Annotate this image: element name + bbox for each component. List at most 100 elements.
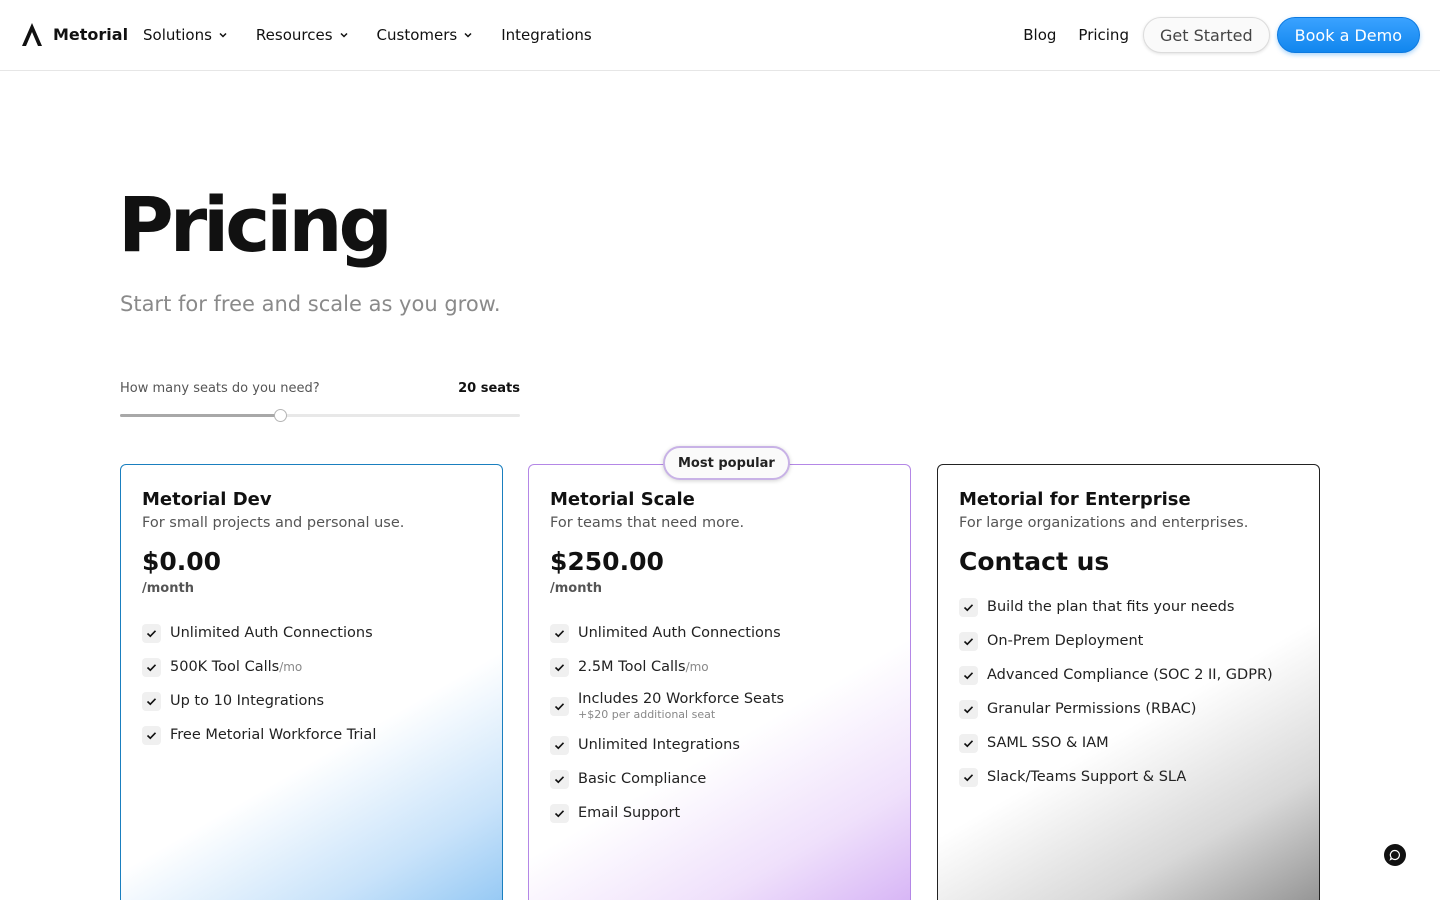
check-icon	[142, 657, 161, 677]
feature-item: Unlimited Integrations	[550, 728, 890, 762]
feature-item: Slack/Teams Support & SLA	[959, 760, 1299, 794]
plan-description: For small projects and personal use.	[142, 515, 405, 531]
get-started-button[interactable]: Get Started	[1142, 17, 1270, 53]
chevron-down-icon	[340, 32, 348, 38]
book-demo-button[interactable]: Book a Demo	[1276, 17, 1420, 53]
most-popular-badge: Most popular	[663, 446, 790, 480]
feature-text: Basic Compliance	[578, 771, 707, 787]
feature-item: Includes 20 Workforce Seats +$20 per addi…	[550, 684, 890, 728]
plan-card-scale[interactable]: Metorial Scale For teams that need more.…	[528, 464, 911, 900]
feature-list: Unlimited Auth Connections 500K Tool Cal…	[142, 616, 482, 752]
seats-value: 20 seats	[458, 381, 520, 396]
site-header: Metorial Solutions Resources Customers I…	[0, 0, 1440, 71]
header-actions: Blog Pricing Get Started Book a Demo	[1023, 17, 1420, 53]
slider-fill	[120, 414, 280, 417]
plan-description: For teams that need more.	[550, 515, 745, 531]
check-icon	[550, 696, 569, 716]
feature-main: Includes 20 Workforce Seats	[578, 691, 785, 707]
page-subtitle: Start for free and scale as you grow.	[120, 292, 501, 316]
plan-price: $0.00	[142, 547, 222, 576]
feature-text: 2.5M Tool Calls/mo	[578, 659, 709, 675]
feature-text: Build the plan that fits your needs	[987, 599, 1235, 615]
feature-item: 2.5M Tool Calls/mo	[550, 650, 890, 684]
check-icon	[550, 623, 569, 643]
check-icon	[142, 691, 161, 711]
nav-pricing-link[interactable]: Pricing	[1078, 26, 1129, 44]
feature-item: Build the plan that fits your needs	[959, 590, 1299, 624]
nav-solutions[interactable]: Solutions	[143, 24, 228, 46]
feature-item: Basic Compliance	[550, 762, 890, 796]
feature-text: Unlimited Auth Connections	[578, 625, 781, 641]
check-icon	[959, 733, 978, 753]
brand-name: Metorial	[53, 25, 129, 44]
plan-name: Metorial for Enterprise	[959, 489, 1191, 510]
feature-item: SAML SSO & IAM	[959, 726, 1299, 760]
chevron-down-icon	[219, 32, 227, 38]
feature-text: Advanced Compliance (SOC 2 II, GDPR)	[987, 667, 1273, 683]
nav-resources[interactable]: Resources	[256, 24, 349, 46]
check-icon	[142, 725, 161, 745]
nav-integrations[interactable]: Integrations	[501, 24, 591, 46]
plan-price: $250.00	[550, 547, 664, 576]
plan-name: Metorial Scale	[550, 489, 695, 510]
feature-text: Unlimited Integrations	[578, 737, 740, 753]
feature-item: Up to 10 Integrations	[142, 684, 482, 718]
feature-suffix: /mo	[279, 660, 303, 674]
seats-slider[interactable]	[120, 409, 520, 422]
feature-item: Advanced Compliance (SOC 2 II, GDPR)	[959, 658, 1299, 692]
plan-period: /month	[550, 581, 602, 596]
check-icon	[550, 735, 569, 755]
main-nav: Solutions Resources Customers Integratio…	[143, 24, 620, 46]
slider-thumb[interactable]	[274, 409, 287, 422]
contact-us-link[interactable]: Contact us	[959, 546, 1299, 578]
check-icon	[959, 699, 978, 719]
feature-text: Unlimited Auth Connections	[170, 625, 373, 641]
chat-bubble-icon	[1389, 849, 1400, 861]
feature-text: Slack/Teams Support & SLA	[987, 769, 1187, 785]
feature-text: 500K Tool Calls/mo	[170, 659, 302, 675]
nav-customers-label: Customers	[376, 26, 458, 44]
seats-row: How many seats do you need? 20 seats	[120, 381, 520, 396]
nav-integrations-label: Integrations	[501, 26, 592, 44]
check-icon	[959, 767, 978, 787]
feature-text: SAML SSO & IAM	[987, 735, 1109, 751]
nav-customers[interactable]: Customers	[377, 24, 474, 46]
nav-solutions-label: Solutions	[143, 26, 212, 44]
check-icon	[550, 657, 569, 677]
chat-widget-button[interactable]	[1384, 844, 1406, 866]
feature-list: Build the plan that fits your needs On-P…	[959, 590, 1299, 794]
feature-main: 2.5M Tool Calls	[578, 659, 686, 675]
plan-description: For large organizations and enterprises.	[959, 515, 1249, 531]
check-icon	[959, 631, 978, 651]
nav-blog-link[interactable]: Blog	[1023, 26, 1056, 44]
feature-item: Granular Permissions (RBAC)	[959, 692, 1299, 726]
check-icon	[142, 623, 161, 643]
feature-main: 500K Tool Calls	[170, 659, 280, 675]
page-title: Pricing	[118, 180, 393, 269]
feature-subtext: +$20 per additional seat	[578, 708, 716, 721]
check-icon	[959, 597, 978, 617]
check-icon	[550, 769, 569, 789]
feature-text: Includes 20 Workforce Seats +$20 per addi…	[578, 691, 784, 721]
check-icon	[550, 803, 569, 823]
plan-card-dev[interactable]: Metorial Dev For small projects and pers…	[120, 464, 503, 900]
feature-text: Email Support	[578, 805, 681, 821]
plan-period: /month	[142, 581, 194, 596]
feature-suffix: /mo	[685, 660, 709, 674]
feature-text: Granular Permissions (RBAC)	[987, 701, 1197, 717]
feature-list: Unlimited Auth Connections 2.5M Tool Cal…	[550, 616, 890, 830]
metorial-logo-icon	[22, 23, 42, 46]
check-icon	[959, 665, 978, 685]
feature-text: Up to 10 Integrations	[170, 693, 325, 709]
feature-item: Unlimited Auth Connections	[142, 616, 482, 650]
feature-text: On-Prem Deployment	[987, 633, 1144, 649]
feature-item: Free Metorial Workforce Trial	[142, 718, 482, 752]
chevron-down-icon	[464, 32, 472, 38]
logo[interactable]: Metorial	[21, 22, 128, 47]
plan-name: Metorial Dev	[142, 489, 272, 510]
nav-resources-label: Resources	[255, 26, 333, 44]
feature-item: Email Support	[550, 796, 890, 830]
plan-card-enterprise[interactable]: Metorial for Enterprise For large organi…	[937, 464, 1320, 900]
feature-item: On-Prem Deployment	[959, 624, 1299, 658]
feature-item: Unlimited Auth Connections	[550, 616, 890, 650]
